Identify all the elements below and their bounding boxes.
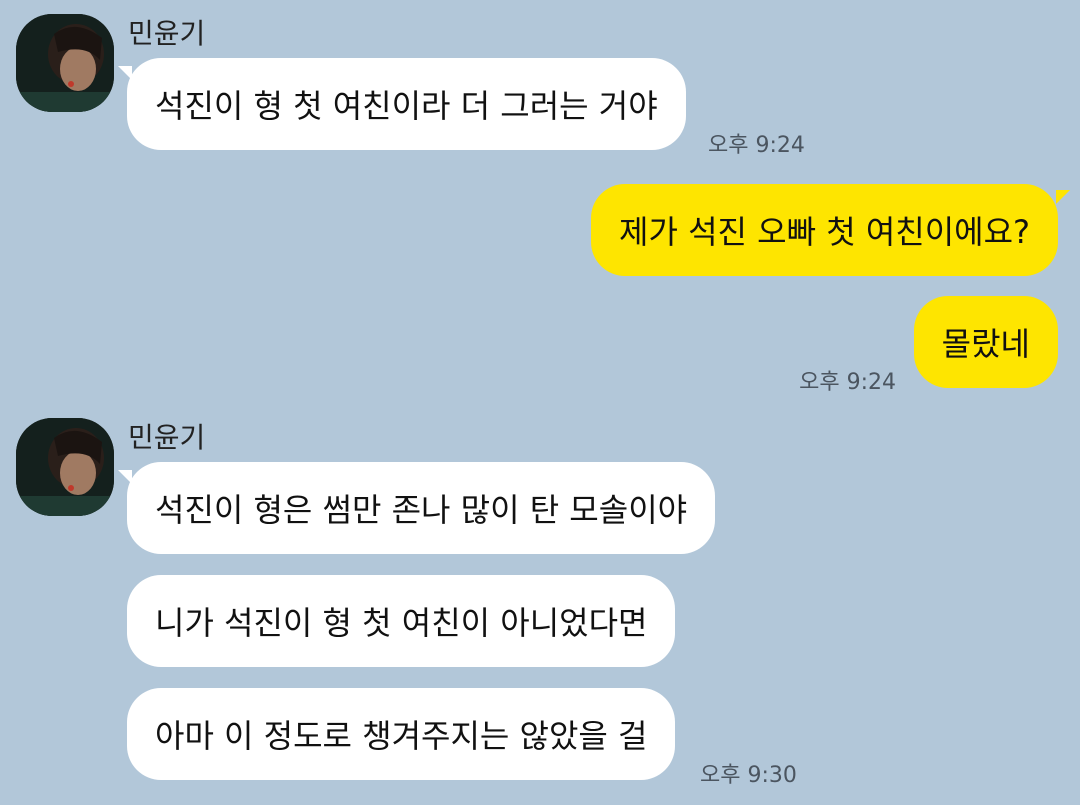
message-text: 석진이 형 첫 여친이라 더 그러는 거야 [155,87,658,125]
message-text: 아마 이 정도로 챙겨주지는 않았을 걸 [155,717,648,755]
avatar[interactable] [16,14,114,112]
message-text: 제가 석진 오빠 첫 여친이에요? [619,213,1030,251]
sender-name: 민윤기 [128,421,206,454]
bubble-tail [1056,190,1070,204]
message-time: 오후 9:24 [799,370,896,395]
profile-photo-icon [16,14,114,112]
message-bubble-outgoing[interactable]: 제가 석진 오빠 첫 여친이에요? [591,184,1058,276]
profile-photo-icon [16,418,114,516]
message-text: 석진이 형은 썸만 존나 많이 탄 모솔이야 [155,491,688,529]
message-bubble-incoming[interactable]: 석진이 형은 썸만 존나 많이 탄 모솔이야 [127,462,716,554]
message-bubble-incoming[interactable]: 석진이 형 첫 여친이라 더 그러는 거야 [127,58,686,150]
message-text: 니가 석진이 형 첫 여친이 아니었다면 [155,604,648,642]
avatar[interactable] [16,418,114,516]
message-text: 몰랐네 [941,325,1030,363]
sender-name: 민윤기 [128,17,206,50]
message-time: 오후 9:24 [708,133,805,158]
message-time: 오후 9:30 [700,763,797,788]
message-bubble-outgoing[interactable]: 몰랐네 [913,296,1058,388]
message-bubble-incoming[interactable]: 니가 석진이 형 첫 여친이 아니었다면 [127,575,676,667]
message-bubble-incoming[interactable]: 아마 이 정도로 챙겨주지는 않았을 걸 [127,688,676,780]
